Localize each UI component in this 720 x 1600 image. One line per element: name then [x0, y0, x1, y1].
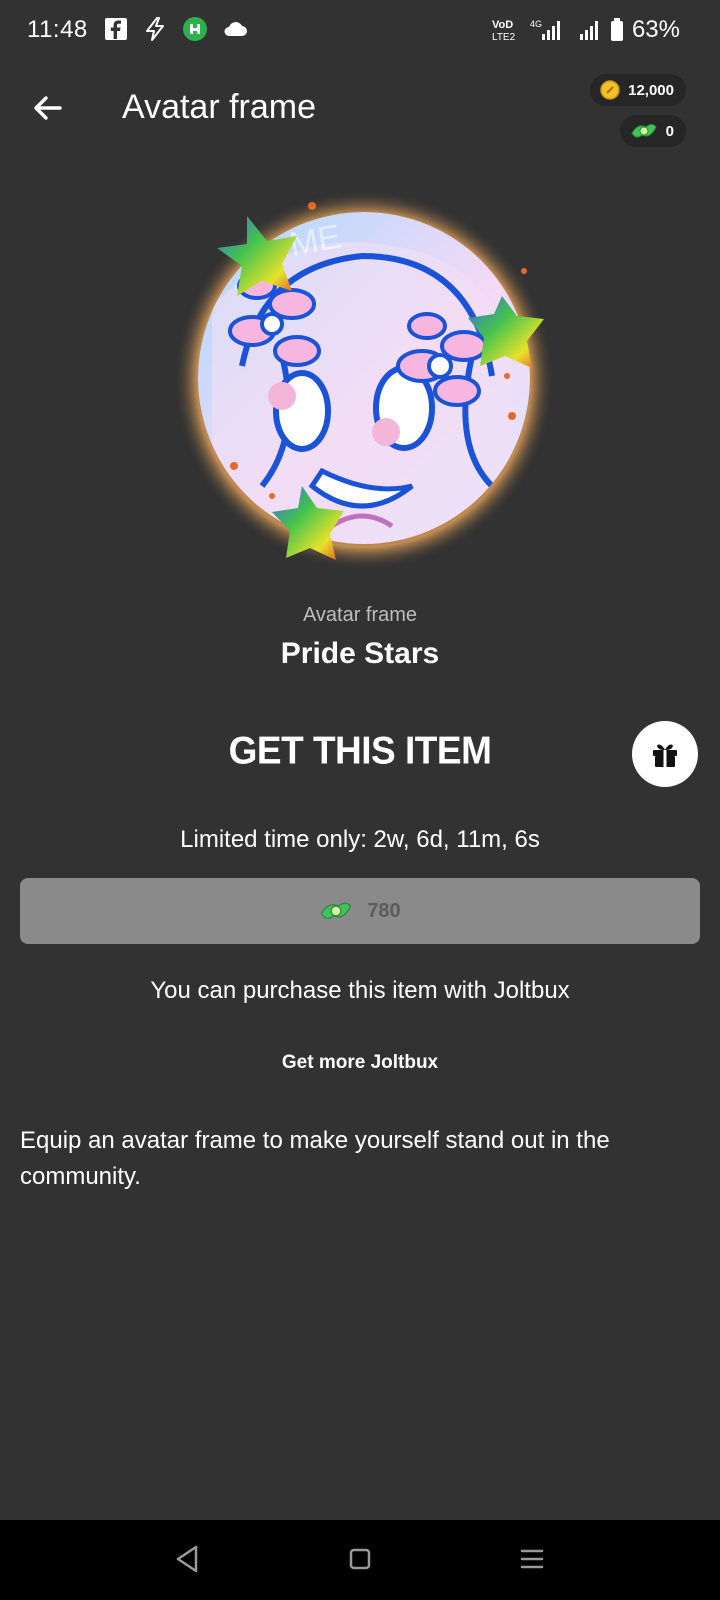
item-type-label: Avatar frame: [302, 604, 418, 626]
item-description: Equip an avatar frame to make yourself s…: [20, 1127, 610, 1190]
signal-icon: [579, 21, 598, 40]
avatar-frame-preview: ME: [172, 186, 556, 570]
svg-text:LTE2: LTE2: [492, 32, 516, 43]
joltbux-icon: [321, 902, 352, 919]
status-time: 11:48: [27, 16, 88, 43]
battery-percent: 63%: [631, 16, 680, 43]
system-nav-bar: [0, 1520, 720, 1600]
gift-icon: [653, 744, 677, 767]
cloud-icon: [224, 22, 247, 36]
status-bar: 11:48 VoD LTE2 4G 63%: [0, 0, 720, 64]
page-title: Avatar frame: [122, 88, 317, 126]
purchase-note: You can purchase this item with Joltbux: [150, 977, 570, 1004]
facebook-icon: [105, 18, 127, 40]
gift-button[interactable]: [632, 721, 698, 787]
signal-4g-icon: 4G: [530, 19, 560, 40]
coin-balance[interactable]: 12,000: [590, 74, 686, 106]
battery-icon: [610, 18, 623, 41]
joltbux-amount: 0: [665, 122, 674, 140]
nav-home-icon[interactable]: [346, 1542, 374, 1576]
svg-text:4G: 4G: [530, 19, 542, 29]
coin-amount: 12,000: [628, 81, 674, 99]
nav-menu-icon[interactable]: [518, 1542, 546, 1576]
limited-time-countdown: Limited time only: 2w, 6d, 11m, 6s: [180, 826, 540, 853]
joltbux-icon: [631, 124, 657, 138]
avatar-frame-image: ME: [174, 190, 554, 570]
arrow-left-icon: [34, 96, 62, 120]
purchase-price: 780: [367, 899, 401, 922]
svg-text:VoD: VoD: [492, 19, 513, 31]
back-button[interactable]: [30, 90, 66, 126]
app-badge-icon: [183, 17, 207, 41]
nav-back-icon[interactable]: [172, 1542, 202, 1576]
volte-icon: VoDLTE2: [492, 19, 516, 43]
purchase-button[interactable]: 780: [20, 878, 700, 944]
get-item-title: GET THIS ITEM: [228, 728, 492, 772]
status-left-icons: [104, 16, 248, 42]
bolt-icon: [146, 17, 164, 41]
item-name: Pride Stars: [280, 637, 440, 670]
joltbux-balance[interactable]: 0: [619, 115, 686, 147]
coin-icon: [600, 80, 620, 100]
status-right-icons: VoD LTE2 4G 63%: [492, 16, 680, 44]
get-more-joltbux-link[interactable]: Get more Joltbux: [0, 1052, 720, 1074]
